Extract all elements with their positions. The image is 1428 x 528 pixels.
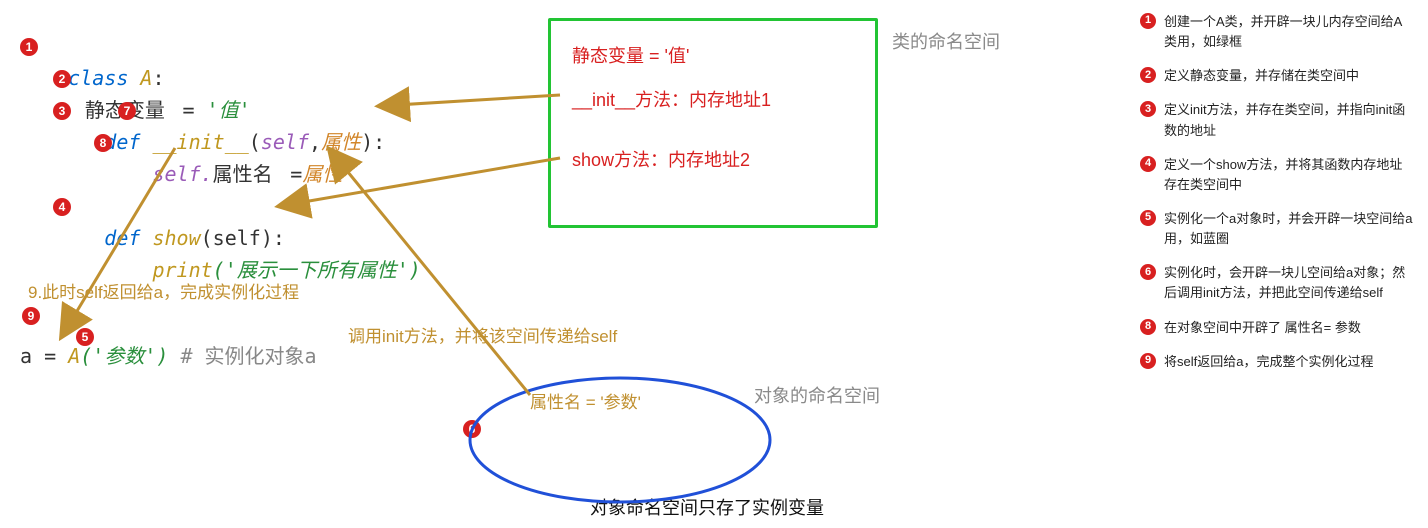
badge-2: 2 [53, 70, 71, 88]
legend-item: 2 定义静态变量，并存储在类空间中 [1140, 66, 1415, 86]
legend-item: 5 实例化一个a对象时，并会开辟一块空间给a用，如蓝圈 [1140, 209, 1415, 249]
inst-comment: # 实例化对象a [168, 344, 316, 368]
call-init-label: 调用init方法，并将该空间传递给self [348, 322, 617, 347]
legend-badge: 3 [1140, 101, 1156, 117]
legend-text: 创建一个A类，并开辟一块儿内存空间给A类用，如绿框 [1164, 12, 1415, 52]
badge-6: 6 [463, 420, 481, 438]
legend-badge: 8 [1140, 319, 1156, 335]
legend-sidebar: 1 创建一个A类，并开辟一块儿内存空间给A类用，如绿框 2 定义静态变量，并存储… [1140, 12, 1415, 386]
ns-line2: __init__方法：内存地址1 [572, 86, 771, 112]
legend-text: 实例化一个a对象时，并会开辟一块空间给a用，如蓝圈 [1164, 209, 1415, 249]
ns-line3: show方法：内存地址2 [572, 146, 750, 172]
blank-line [20, 158, 540, 190]
badge-9: 9 [22, 307, 40, 325]
badge-7: 7 [118, 102, 136, 120]
legend-item: 8 在对象空间中开辟了 属性名= 参数 [1140, 318, 1415, 338]
legend-text: 定义静态变量，并存储在类空间中 [1164, 66, 1415, 86]
ns-line1: 静态变量 = '值' [572, 42, 689, 68]
legend-badge: 9 [1140, 353, 1156, 369]
inst-arg: ('参数') [80, 344, 168, 368]
obj-note-label: 对象命名空间只存了实例变量 [590, 494, 824, 520]
legend-item: 3 定义init方法，并存在类空间，并指向init函数的地址 [1140, 100, 1415, 140]
legend-item: 9 将self返回给a，完成整个实例化过程 [1140, 352, 1415, 372]
code-line-print: print('展示一下所有属性') [20, 222, 540, 254]
legend-text: 定义一个show方法，并将其函数内存地址存在类空间中 [1164, 155, 1415, 195]
inst-eq: = [44, 344, 68, 368]
step9-label: 9.此时self返回给a，完成实例化过程 [28, 278, 299, 303]
legend-badge: 4 [1140, 156, 1156, 172]
legend-badge: 6 [1140, 264, 1156, 280]
class-ns-label: 类的命名空间 [892, 28, 1000, 54]
legend-badge: 2 [1140, 67, 1156, 83]
code-line-init-def: def __init__(self,属性): [20, 94, 540, 126]
badge-8: 8 [94, 134, 112, 152]
badge-4: 4 [53, 198, 71, 216]
badge-1: 1 [20, 38, 38, 56]
legend-text: 定义init方法，并存在类空间，并指向init函数的地址 [1164, 100, 1415, 140]
legend-item: 4 定义一个show方法，并将其函数内存地址存在类空间中 [1140, 155, 1415, 195]
legend-badge: 1 [1140, 13, 1156, 29]
legend-badge: 5 [1140, 210, 1156, 226]
inst-lhs: a [20, 344, 44, 368]
legend-item: 6 实例化时，会开辟一块儿空间给a对象；然后调用init方法，并把此空间传递给s… [1140, 263, 1415, 303]
badge-5: 5 [76, 328, 94, 346]
inst-cls: A [68, 344, 80, 368]
code-line-instantiate: a = A('参数') # 实例化对象a [20, 340, 317, 369]
obj-ns-label: 对象的命名空间 [754, 382, 880, 408]
code-line-static: 静态变量 = '值' [20, 62, 540, 94]
legend-text: 在对象空间中开辟了 属性名= 参数 [1164, 318, 1415, 338]
code-line-class: class A: [20, 30, 540, 62]
legend-text: 实例化时，会开辟一块儿空间给a对象；然后调用init方法，并把此空间传递给sel… [1164, 263, 1415, 303]
badge-3: 3 [53, 102, 71, 120]
legend-item: 1 创建一个A类，并开辟一块儿内存空间给A类用，如绿框 [1140, 12, 1415, 52]
code-line-show-def: def show(self): [20, 190, 540, 222]
obj-attr-label: 属性名 = '参数' [530, 388, 641, 413]
legend-text: 将self返回给a，完成整个实例化过程 [1164, 352, 1415, 372]
